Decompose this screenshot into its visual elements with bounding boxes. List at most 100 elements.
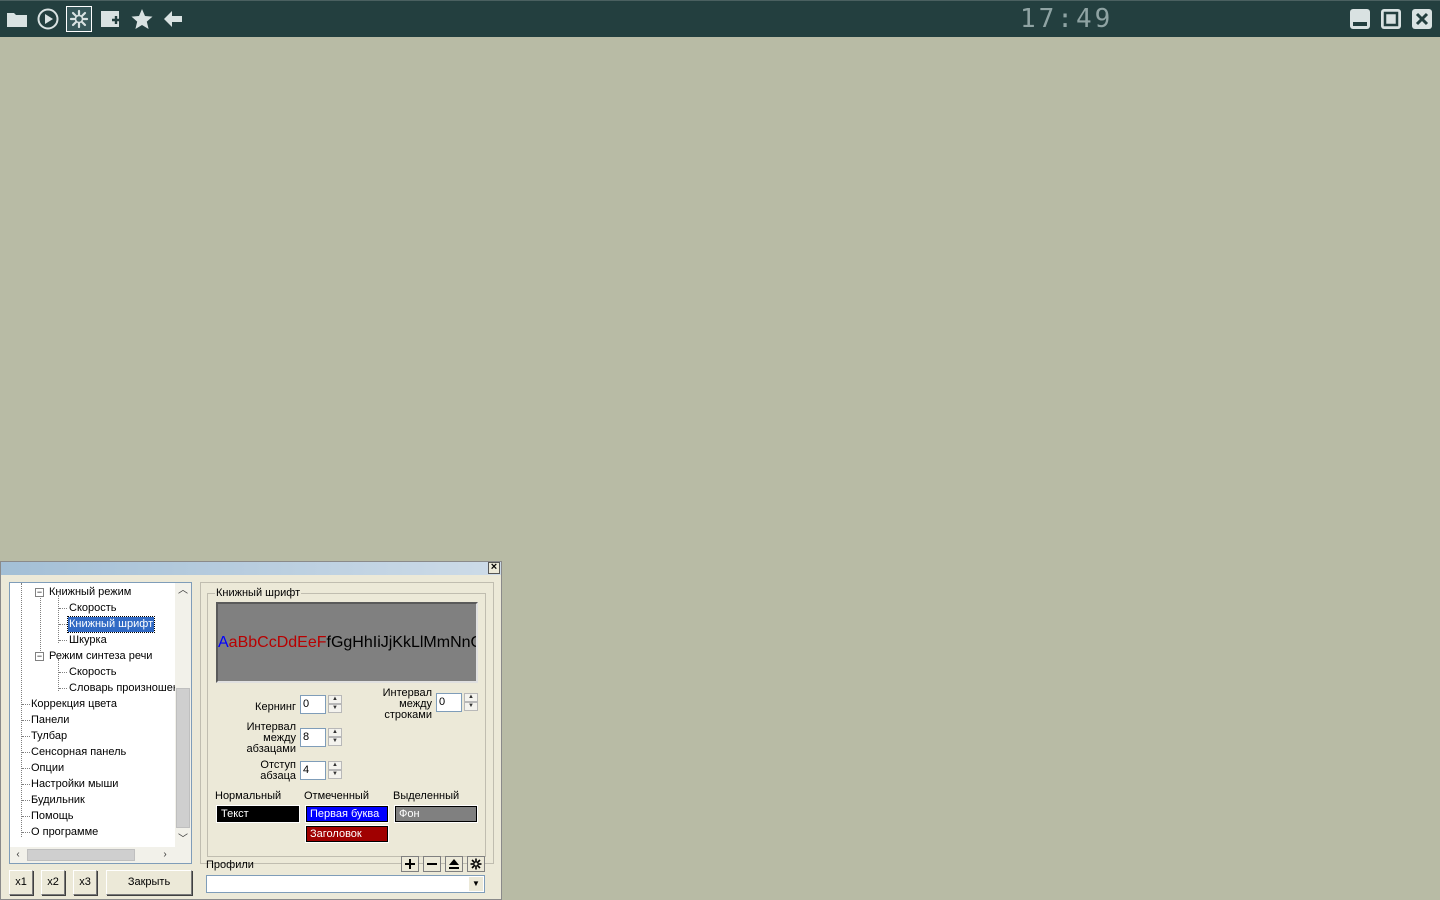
tree-item-book-mode[interactable]: Книжный режим [49, 585, 131, 600]
tree-item-speech-mode[interactable]: Режим синтеза речи [49, 649, 152, 664]
add-bookmark-icon[interactable] [98, 6, 124, 32]
back-arrow-icon[interactable] [160, 6, 186, 32]
tree-guide-line [40, 595, 41, 655]
kerning-spinner[interactable]: ▲ ▼ [328, 695, 342, 714]
spin-up-icon[interactable]: ▲ [328, 761, 342, 770]
tree-guide-line [22, 736, 30, 737]
paragraph-interval-input[interactable]: 8 [300, 728, 326, 747]
preview-marked-text: aBbCcDdEeF [228, 634, 327, 651]
line-interval-input[interactable]: 0 [436, 693, 462, 712]
tree-item-speed[interactable]: Скорость [69, 601, 117, 616]
tree-guide-line [22, 832, 30, 833]
tree-guide-line [22, 768, 30, 769]
vertical-scroll-thumb[interactable] [176, 688, 190, 828]
spin-up-icon[interactable]: ▲ [464, 693, 478, 702]
heading-color-box[interactable]: Заголовок [305, 825, 389, 843]
tree-item-about[interactable]: О программе [31, 825, 98, 840]
tree-guide-line [59, 624, 67, 625]
font-preview: AaBbCcDdEeFfGgHhIiJjKkLlMmNnO [216, 602, 478, 683]
indent-input[interactable]: 4 [300, 761, 326, 780]
upload-profile-icon[interactable] [445, 856, 463, 872]
play-icon[interactable] [35, 6, 61, 32]
tree-item-options[interactable]: Опции [31, 761, 64, 776]
indent-spinner[interactable]: ▲ ▼ [328, 761, 342, 780]
tree-item-book-font[interactable]: Книжный шрифт [66, 616, 156, 633]
remove-profile-icon[interactable] [423, 856, 441, 872]
selected-header: Выделенный [393, 790, 460, 802]
settings-dialog: × − Книжный режим Скорость Книжный шрифт… [0, 561, 502, 900]
group-title: Книжный шрифт [215, 587, 302, 599]
tree-guide-line [59, 688, 67, 689]
background-color-box[interactable]: Фон [394, 805, 478, 823]
spin-down-icon[interactable]: ▼ [464, 702, 478, 711]
kerning-input[interactable]: 0 [300, 695, 326, 714]
line-interval-label: Интервал между строками [382, 687, 432, 721]
spin-up-icon[interactable]: ▲ [328, 695, 342, 704]
scroll-up-icon[interactable]: ︿ [176, 584, 190, 598]
settings-tree[interactable]: − Книжный режим Скорость Книжный шрифт Ш… [9, 582, 192, 864]
collapse-icon[interactable]: − [35, 652, 44, 661]
clock: 17:49 [1020, 4, 1114, 34]
tree-item-color-correction[interactable]: Коррекция цвета [31, 697, 117, 712]
font-groupbox: Книжный шрифт AaBbCcDdEeFfGgHhIiJjKkLlMm… [207, 587, 486, 857]
minimize-icon[interactable] [1349, 8, 1371, 30]
tree-item-touch-panel[interactable]: Сенсорная панель [31, 745, 126, 760]
maximize-icon[interactable] [1380, 8, 1402, 30]
add-profile-icon[interactable] [401, 856, 419, 872]
tree-vertical-scrollbar[interactable]: ︿ ﹀ [175, 583, 191, 847]
tree-item-mouse-settings[interactable]: Настройки мыши [31, 777, 118, 792]
tree-guide-line [22, 800, 30, 801]
chevron-down-icon[interactable]: ▼ [469, 877, 483, 891]
folder-icon[interactable] [4, 6, 30, 32]
preview-normal-text: fGgHhIiJjKkLlMmNnO [326, 634, 478, 651]
tree-guide-line [59, 640, 67, 641]
zoom-x2-button[interactable]: x2 [41, 870, 65, 895]
tree-guide-line [22, 720, 30, 721]
tree-horizontal-scrollbar[interactable]: ‹ › [10, 847, 191, 863]
tree-item-help[interactable]: Помощь [31, 809, 74, 824]
spin-down-icon[interactable]: ▼ [328, 770, 342, 779]
zoom-x1-button[interactable]: x1 [9, 870, 33, 895]
normal-header: Нормальный [215, 790, 282, 802]
scroll-down-icon[interactable]: ﹀ [176, 833, 190, 847]
scroll-right-icon[interactable]: › [158, 848, 172, 862]
tree-item-skin[interactable]: Шкурка [69, 633, 107, 648]
tree-item-toolbar[interactable]: Тулбар [31, 729, 67, 744]
settings-icon[interactable] [66, 6, 92, 32]
paragraph-interval-label: Интервал между абзацами [246, 721, 296, 755]
font-settings-panel: Книжный шрифт AaBbCcDdEeFfGgHhIiJjKkLlMm… [200, 582, 494, 864]
profile-select[interactable]: ▼ [206, 875, 485, 893]
tree-item-speech-speed[interactable]: Скорость [69, 665, 117, 680]
top-toolbar: 17:49 [0, 0, 1440, 37]
paragraph-interval-spinner[interactable]: ▲ ▼ [328, 728, 342, 747]
zoom-x3-button[interactable]: x3 [73, 870, 97, 895]
tree-guide-line [22, 816, 30, 817]
indent-label: Отступ абзаца [260, 759, 296, 782]
settings-profile-icon[interactable] [467, 856, 485, 872]
close-icon[interactable] [1411, 8, 1433, 30]
preview-first-letter: A [218, 634, 229, 651]
profiles-label: Профили [206, 859, 254, 871]
tree-guide-line [59, 608, 67, 609]
tree-item-alarm[interactable]: Будильник [31, 793, 85, 808]
tree-guide-line [21, 583, 22, 837]
line-interval-spinner[interactable]: ▲ ▼ [464, 693, 478, 712]
tree-guide-line [58, 595, 59, 643]
kerning-label: Кернинг [255, 701, 296, 713]
tree-item-panels[interactable]: Панели [31, 713, 69, 728]
tree-item-pronunciation-dictionary[interactable]: Словарь произношен [69, 681, 179, 696]
collapse-icon[interactable]: − [35, 588, 44, 597]
star-icon[interactable] [129, 6, 155, 32]
first-letter-color-box[interactable]: Первая буква [305, 805, 389, 823]
spin-down-icon[interactable]: ▼ [328, 704, 342, 713]
close-button[interactable]: Закрыть [106, 870, 192, 895]
horizontal-scroll-thumb[interactable] [27, 849, 135, 861]
tree-guide-line [22, 784, 30, 785]
scroll-left-icon[interactable]: ‹ [11, 848, 25, 862]
text-color-box[interactable]: Текст [216, 805, 300, 823]
dialog-titlebar[interactable] [1, 562, 501, 575]
spin-down-icon[interactable]: ▼ [328, 737, 342, 746]
dialog-close-button[interactable]: × [488, 562, 500, 574]
spin-up-icon[interactable]: ▲ [328, 728, 342, 737]
tree-guide-line [59, 672, 67, 673]
